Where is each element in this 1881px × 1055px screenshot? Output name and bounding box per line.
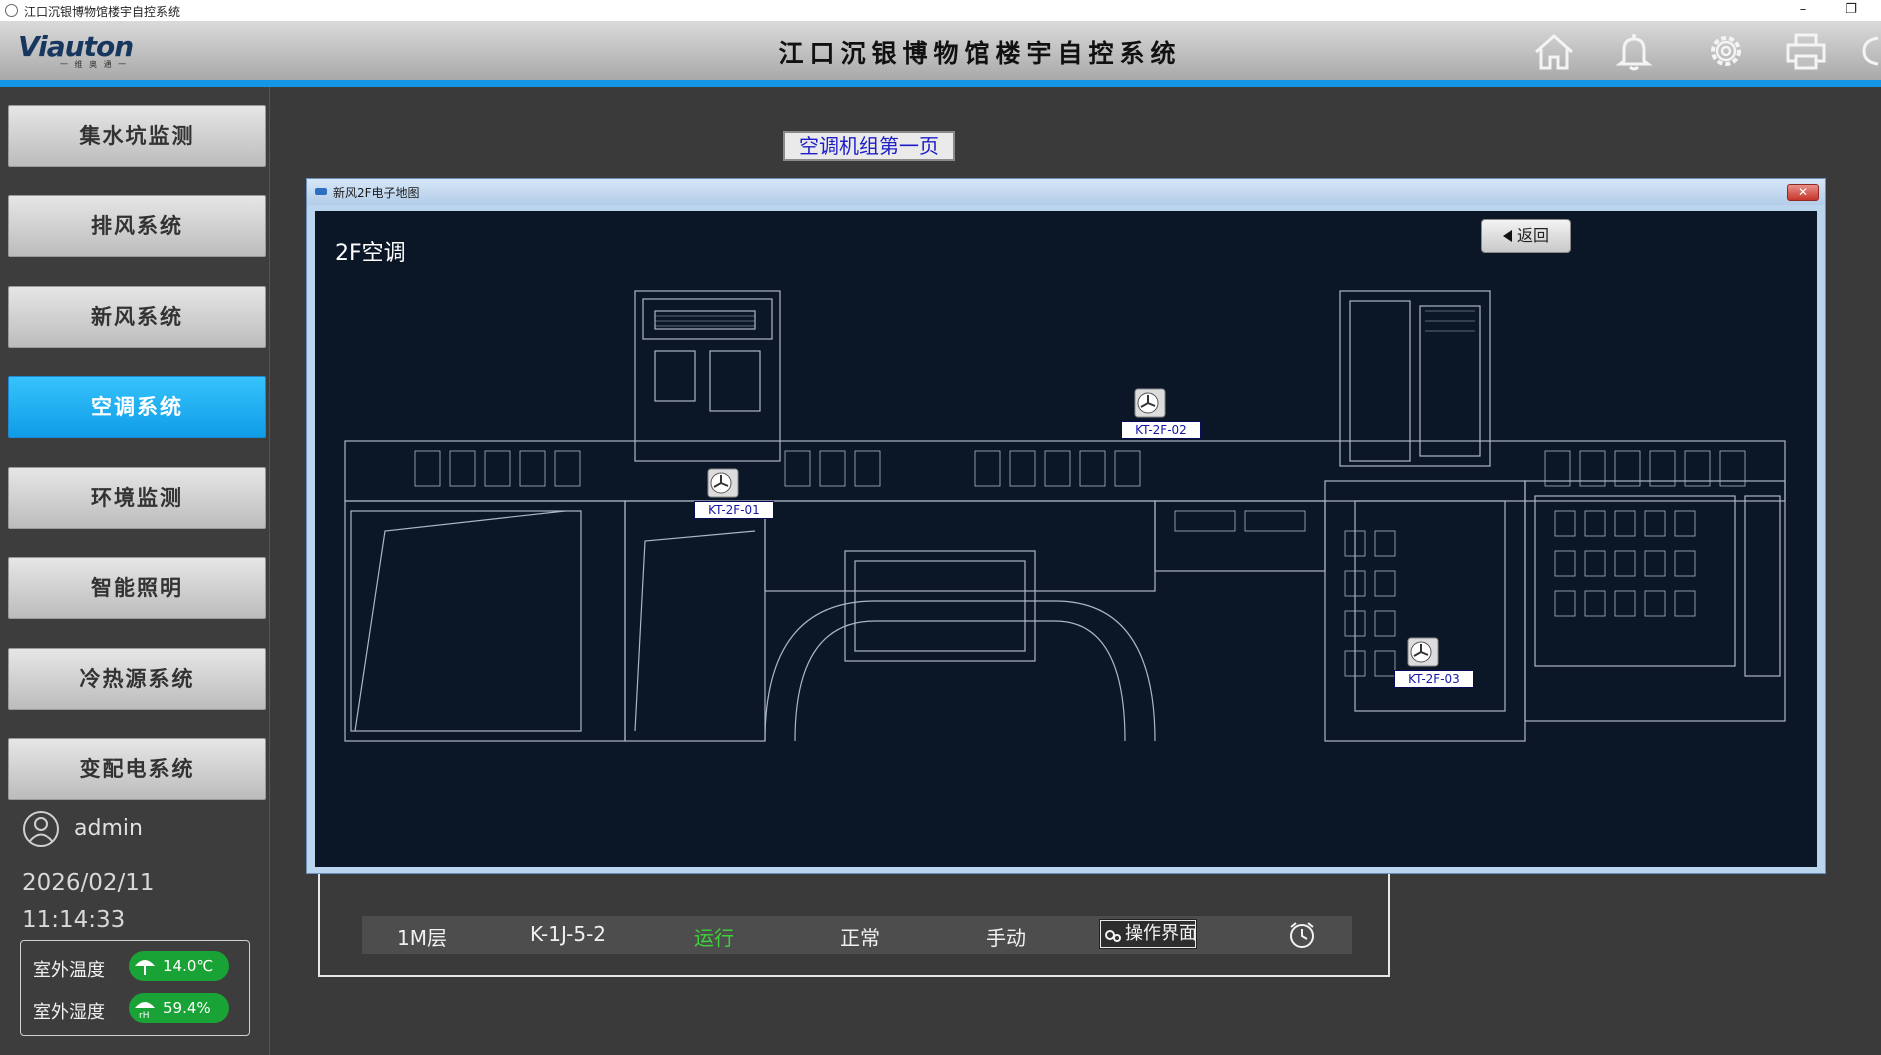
bell-icon[interactable]: [1610, 30, 1658, 72]
ac-unit-label: KT-2F-02: [1121, 421, 1201, 439]
device-floor: 1M层: [397, 926, 447, 950]
air-handler-fan-icon: [1134, 388, 1166, 418]
system-title: 江口沉银博物馆楼宇自控系统: [778, 39, 1182, 68]
exit-icon[interactable]: [1858, 30, 1881, 72]
printer-icon[interactable]: [1782, 30, 1830, 72]
gears-icon: [1105, 930, 1121, 942]
current-time: 11:14:33: [22, 907, 126, 933]
sidebar-item-power[interactable]: 变配电系统: [8, 738, 266, 800]
sidebar-item-fresh-air[interactable]: 新风系统: [8, 286, 266, 348]
outdoor-temp-label: 室外温度: [33, 960, 105, 981]
settings-gear-icon[interactable]: [1702, 30, 1750, 72]
minimize-button[interactable]: –: [1788, 1, 1818, 21]
popup-close-button[interactable]: ✕: [1787, 184, 1819, 201]
back-arrow-icon: [1502, 230, 1512, 242]
back-button[interactable]: 返回: [1481, 219, 1571, 253]
sidebar-item-air-conditioning[interactable]: 空调系统: [8, 376, 266, 438]
ac-unit-marker[interactable]: KT-2F-01: [694, 467, 776, 521]
sidebar-item-sump-monitor[interactable]: 集水坑监测: [8, 105, 266, 167]
device-id: K-1J-5-2: [529, 922, 607, 946]
ac-unit-label: KT-2F-01: [694, 501, 774, 519]
popup-titlebar: 新风2F电子地图 ✕: [307, 179, 1825, 205]
outdoor-humidity-badge: rH 59.4%: [129, 993, 229, 1023]
floor-map-title: 2F空调: [335, 241, 406, 266]
device-mode: 手动: [986, 926, 1026, 950]
user-avatar-icon: [23, 811, 59, 847]
popup-title: 新风2F电子地图: [333, 186, 420, 200]
home-icon[interactable]: [1530, 30, 1578, 72]
ahu-page-one-button[interactable]: 空调机组第一页: [783, 131, 955, 161]
weather-panel: 室外温度 14.0℃ 室外湿度 rH 59.4%: [20, 940, 250, 1036]
thermometer-umbrella-icon: [135, 960, 155, 975]
sidebar-item-exhaust[interactable]: 排风系统: [8, 195, 266, 257]
alarm-clock-icon[interactable]: [1287, 920, 1317, 950]
device-status-row: 1M层 K-1J-5-2 运行 正常 手动 操作界面: [362, 916, 1352, 954]
window-title: 江口沉银博物馆楼宇自控系统: [24, 5, 181, 19]
maximize-button[interactable]: ❐: [1836, 1, 1866, 21]
outdoor-temp-value: 14.0℃: [163, 957, 214, 975]
sidebar-item-chiller[interactable]: 冷热源系统: [8, 648, 266, 710]
svg-text:rH: rH: [139, 1011, 149, 1020]
brand-logo: Viauton 一 维 奥 通 一: [18, 30, 134, 72]
floor-plan-canvas: 2F空调 返回 KT-2F-01 KT-2F-02 KT-2F-03: [315, 211, 1817, 867]
sidebar-item-environment[interactable]: 环境监测: [8, 467, 266, 529]
header-accent-bar: [0, 80, 1881, 87]
operation-screen-button[interactable]: 操作界面: [1099, 919, 1197, 949]
app-header: Viauton 一 维 奥 通 一 江口沉银博物馆楼宇自控系统: [0, 22, 1881, 80]
outdoor-humidity-label: 室外湿度: [33, 1002, 105, 1023]
air-handler-fan-icon: [707, 468, 739, 498]
outdoor-humidity-value: 59.4%: [163, 999, 211, 1017]
sidebar-item-lighting[interactable]: 智能照明: [8, 557, 266, 619]
ac-unit-marker[interactable]: KT-2F-03: [1394, 636, 1476, 690]
outdoor-temp-badge: 14.0℃: [129, 951, 229, 981]
air-handler-fan-icon: [1407, 637, 1439, 667]
device-fault-state: 正常: [840, 926, 880, 950]
app-icon: [5, 4, 18, 17]
current-date: 2026/02/11: [22, 870, 155, 896]
floor-plan-drawing: [344, 290, 1786, 742]
ac-unit-label: KT-2F-03: [1394, 670, 1474, 688]
username: admin: [74, 816, 143, 841]
humidity-icon: rH: [135, 1002, 155, 1020]
ac-unit-marker[interactable]: KT-2F-02: [1121, 387, 1203, 441]
window-titlebar: 江口沉银博物馆楼宇自控系统 – ❐: [0, 0, 1881, 22]
logo-subtitle: 一 维 奥 通 一: [60, 60, 129, 69]
back-label: 返回: [1516, 226, 1549, 245]
window-icon: [315, 188, 327, 195]
device-run-state: 运行: [694, 926, 734, 950]
operation-screen-label: 操作界面: [1125, 923, 1197, 944]
floor-map-window: 新风2F电子地图 ✕ 2F空调 返回 KT-2F-01 KT-2F-02 KT-…: [306, 178, 1826, 874]
